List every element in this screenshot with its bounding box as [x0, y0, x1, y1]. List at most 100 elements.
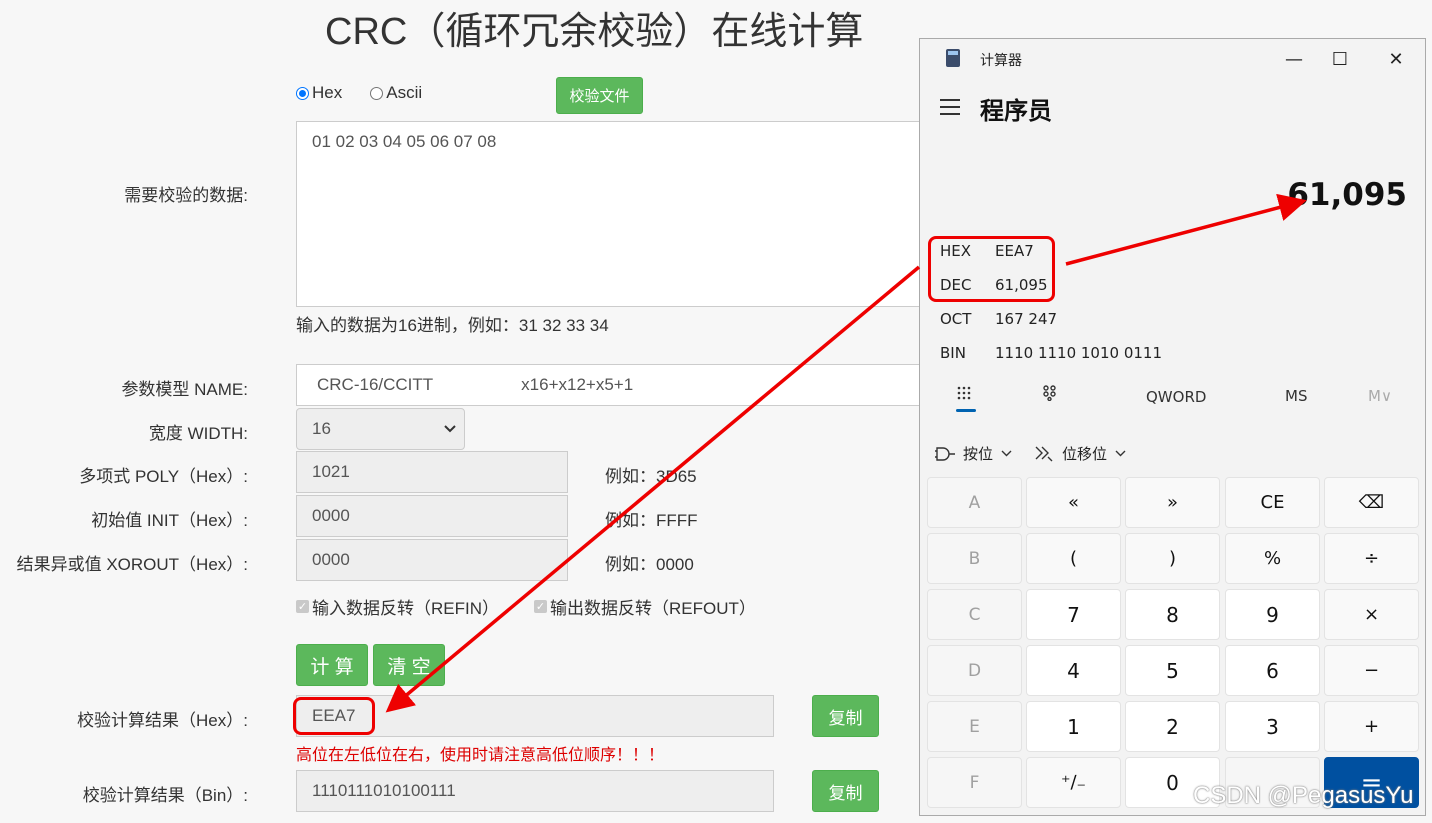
model-poly: x16+x12+x5+1	[521, 375, 634, 394]
chevron-down-icon	[1001, 450, 1012, 457]
key-multiply[interactable]: ×	[1324, 589, 1419, 640]
key-3[interactable]: 3	[1225, 701, 1320, 752]
key-add[interactable]: +	[1324, 701, 1419, 752]
xorout-label: 结果异或值 XOROUT（Hex）:	[16, 555, 248, 574]
check-icon: ✓	[296, 600, 309, 613]
minimize-icon[interactable]: —	[1274, 45, 1314, 73]
active-indicator	[956, 409, 976, 412]
key-d[interactable]: D	[927, 645, 1022, 696]
width-label: 宽度 WIDTH:	[148, 424, 248, 443]
data-input[interactable]: 01 02 03 04 05 06 07 08	[296, 121, 936, 307]
key-open-paren[interactable]: (	[1026, 533, 1121, 584]
data-hint: 输入的数据为16进制，例如：31 32 33 34	[296, 316, 609, 335]
calculator-icon	[946, 49, 960, 67]
copy-hex-button[interactable]: 复制	[812, 695, 879, 737]
init-input[interactable]: 0000	[296, 495, 568, 537]
xorout-example: 例如：0000	[605, 555, 694, 574]
key-c[interactable]: C	[927, 589, 1022, 640]
key-2[interactable]: 2	[1125, 701, 1220, 752]
model-select[interactable]: CRC-16/CCITT x16+x12+x5+1	[296, 364, 936, 406]
copy-bin-button[interactable]: 复制	[812, 770, 879, 812]
bitshift-label: 位移位	[1062, 445, 1108, 463]
key-percent[interactable]: %	[1225, 533, 1320, 584]
key-8[interactable]: 8	[1125, 589, 1220, 640]
radio-dot[interactable]	[370, 86, 384, 100]
key-right-shift[interactable]: »	[1125, 477, 1220, 528]
key-ce[interactable]: CE	[1225, 477, 1320, 528]
key-7[interactable]: 7	[1026, 589, 1121, 640]
chevron-down-icon	[444, 425, 456, 433]
key-4[interactable]: 4	[1026, 645, 1121, 696]
calculate-button[interactable]: 计 算	[296, 644, 368, 686]
bitwise-dropdown[interactable]: 按位	[935, 443, 1012, 464]
refout-checkbox[interactable]: ✓ 输出数据反转（REFOUT）	[534, 594, 756, 619]
key-b[interactable]: B	[927, 533, 1022, 584]
close-icon[interactable]: ✕	[1376, 45, 1416, 73]
check-icon: ✓	[534, 600, 547, 613]
radio-ascii[interactable]: Ascii	[370, 83, 422, 103]
highlight-box	[293, 697, 375, 735]
key-f[interactable]: F	[927, 757, 1022, 808]
memory-store-button[interactable]: MS	[1285, 387, 1307, 405]
result-bin-output[interactable]: 1110111010100111	[296, 770, 774, 812]
poly-input[interactable]: 1021	[296, 451, 568, 493]
key-e[interactable]: E	[927, 701, 1022, 752]
menu-icon[interactable]	[940, 99, 960, 120]
chevron-down-icon	[1115, 450, 1126, 457]
refin-label: 输入数据反转（REFIN）	[312, 599, 499, 618]
word-size-button[interactable]: QWORD	[1146, 388, 1206, 406]
poly-label: 多项式 POLY（Hex）:	[79, 467, 248, 486]
width-value: 16	[312, 419, 331, 438]
key-close-paren[interactable]: )	[1125, 533, 1220, 584]
init-label: 初始值 INIT（Hex）:	[91, 511, 248, 530]
highlight-box	[928, 236, 1055, 302]
radix-value: 167 247	[995, 310, 1058, 328]
radio-hex[interactable]: Hex	[296, 83, 342, 103]
radio-dot-checked[interactable]	[296, 86, 309, 100]
clear-button[interactable]: 清 空	[373, 644, 445, 686]
radio-hex-label: Hex	[312, 83, 343, 102]
key-9[interactable]: 9	[1225, 589, 1320, 640]
key-left-shift[interactable]: «	[1026, 477, 1121, 528]
key-5[interactable]: 5	[1125, 645, 1220, 696]
key-a[interactable]: A	[927, 477, 1022, 528]
init-example: 例如：FFFF	[605, 511, 698, 530]
refin-checkbox[interactable]: ✓ 输入数据反转（REFIN）	[296, 594, 499, 619]
calculator-window: 计算器 — ☐ ✕ 程序员 61,095 HEX EEA7 DEC 61,095 O…	[919, 38, 1426, 816]
shift-icon	[1035, 446, 1053, 461]
key-negate[interactable]: ⁺∕₋	[1026, 757, 1121, 808]
result-hex-label: 校验计算结果（Hex）:	[77, 711, 248, 730]
byte-order-warning: 高位在左低位在右，使用时请注意高低位顺序！！！	[296, 747, 665, 764]
model-name: CRC-16/CCITT	[317, 375, 434, 394]
full-keypad-icon[interactable]	[956, 385, 972, 405]
radix-bin[interactable]: BIN 1110 1110 1010 0111	[940, 344, 1162, 362]
memory-view-button[interactable]: M∨	[1368, 387, 1392, 405]
radix-key: OCT	[940, 310, 972, 328]
bit-toggle-keypad-icon[interactable]	[1042, 385, 1058, 405]
data-label: 需要校验的数据:	[124, 186, 248, 205]
page-title: CRC（循环冗余校验）在线计算	[325, 11, 864, 53]
key-subtract[interactable]: −	[1324, 645, 1419, 696]
model-label: 参数模型 NAME:	[121, 380, 248, 399]
bitshift-dropdown[interactable]: 位移位	[1034, 443, 1126, 464]
key-6[interactable]: 6	[1225, 645, 1320, 696]
mode-title: 程序员	[980, 97, 1052, 125]
radix-oct[interactable]: OCT 167 247	[940, 310, 1057, 328]
refout-label: 输出数据反转（REFOUT）	[550, 599, 756, 618]
bit-operations-row: 按位 位移位	[935, 443, 1126, 464]
radio-ascii-label: Ascii	[386, 83, 423, 102]
radix-key: BIN	[940, 344, 966, 362]
watermark: CSDN @PegasusYu	[1193, 782, 1414, 809]
key-divide[interactable]: ÷	[1324, 533, 1419, 584]
bitwise-label: 按位	[963, 445, 994, 463]
xorout-input[interactable]: 0000	[296, 539, 568, 581]
check-file-button[interactable]: 校验文件	[556, 77, 643, 114]
key-1[interactable]: 1	[1026, 701, 1121, 752]
maximize-icon[interactable]: ☐	[1320, 45, 1360, 73]
width-select[interactable]: 16	[296, 408, 465, 450]
radix-value: 1110 1110 1010 0111	[995, 344, 1162, 362]
gate-icon	[935, 446, 955, 461]
display-value: 61,095	[1287, 177, 1407, 213]
backspace-icon[interactable]: ⌫	[1324, 477, 1419, 528]
result-bin-label: 校验计算结果（Bin）:	[82, 786, 248, 805]
